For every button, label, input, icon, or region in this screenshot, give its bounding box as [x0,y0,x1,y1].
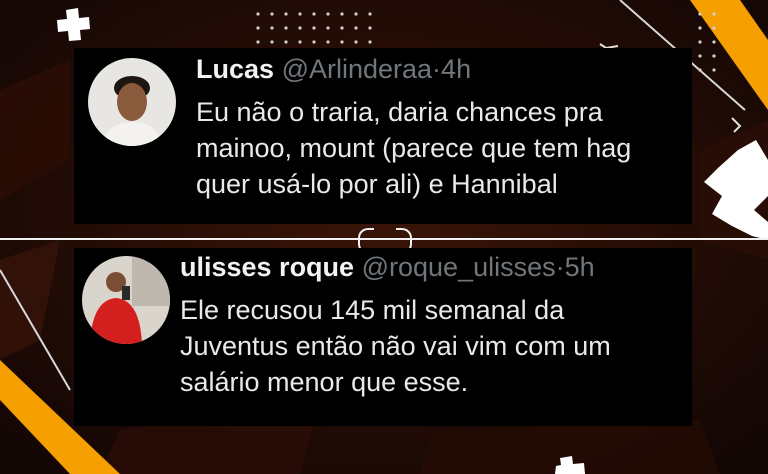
timestamp[interactable]: 4h [441,54,471,84]
tweet-text-line: Eu não o traria, daria chances pra [196,97,603,127]
separator-dot: · [555,252,565,282]
tweet-text-line: mainoo, mount (parece que tem hag [196,133,632,163]
tweet-text: Eu não o traria, daria chances pra maino… [196,94,686,202]
display-name[interactable]: Lucas [196,54,274,84]
avatar[interactable] [82,256,170,344]
separator-dot: · [432,54,442,84]
tweet-header: ulisses roque @roque_ulisses·5h [180,252,595,283]
user-handle[interactable]: @roque_ulisses [362,252,556,282]
display-name[interactable]: ulisses roque [180,252,354,282]
user-handle[interactable]: @Arlinderaa [282,54,432,84]
tweet-text-line: quer usá-lo por ali) e Hannibal [196,169,558,199]
avatar[interactable] [88,58,176,146]
divider-line [0,238,768,240]
tweet-text: Ele recusou 145 mil semanal da Juventus … [180,292,680,400]
timestamp[interactable]: 5h [565,252,595,282]
tweet-card: ulisses roque @roque_ulisses·5h Ele recu… [74,248,692,426]
tweet-text-line: salário menor que esse. [180,367,469,397]
tweet-header: Lucas @Arlinderaa·4h [196,54,471,85]
tweet-text-line: Ele recusou 145 mil semanal da [180,295,565,325]
tweet-text-line: Juventus então não vai vim com um [180,331,611,361]
tweet-card: Lucas @Arlinderaa·4h Eu não o traria, da… [74,48,692,224]
